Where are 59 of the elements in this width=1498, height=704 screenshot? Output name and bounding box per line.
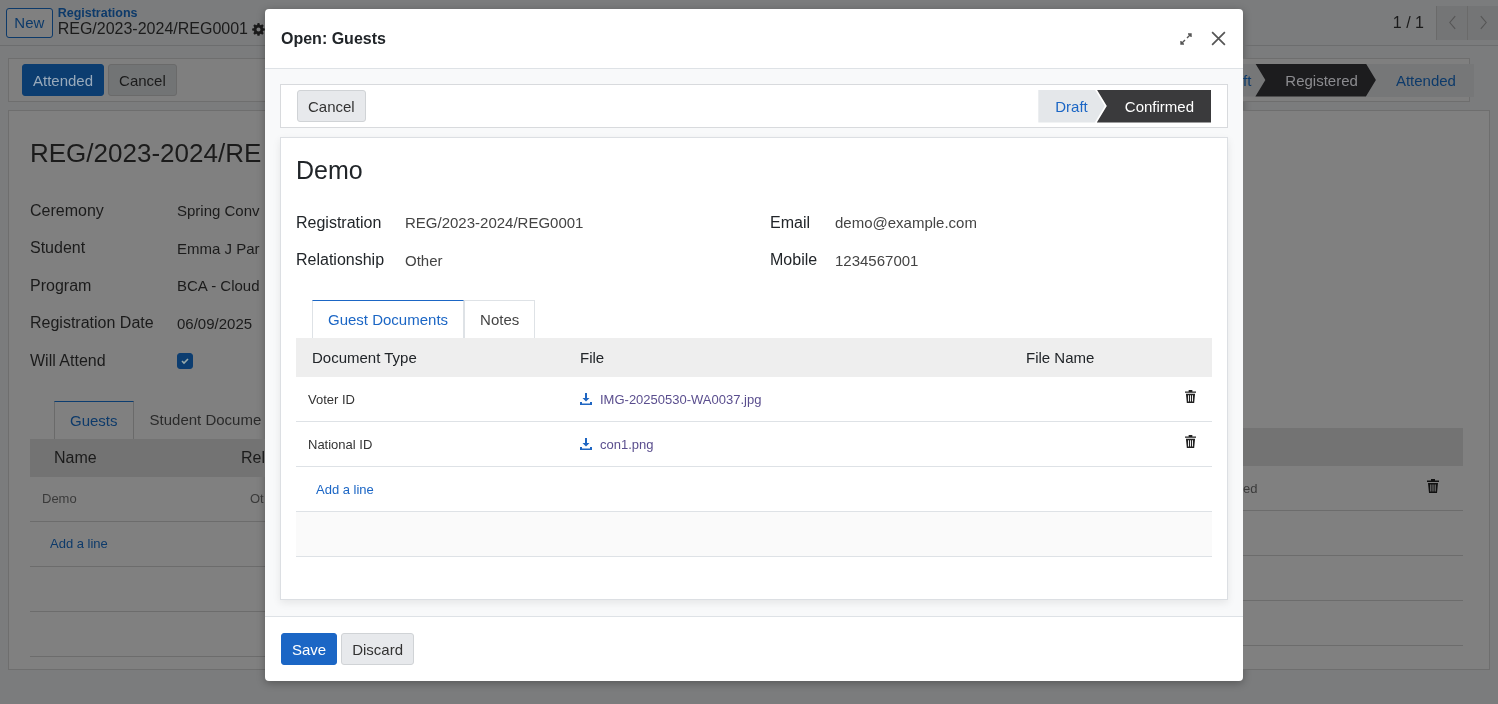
- breadcrumb-link[interactable]: Registrations: [57, 6, 265, 21]
- field-value: Emma J Par: [177, 239, 260, 257]
- checkbox[interactable]: [177, 352, 193, 369]
- table-cell-text: Demo: [42, 491, 78, 506]
- file-link[interactable]: IMG-20250530-WA0037.jpg: [600, 391, 762, 407]
- field-label: Student: [30, 239, 87, 258]
- cancel-button[interactable]: Cancel: [297, 90, 366, 122]
- attended-button[interactable]: Attended: [22, 64, 105, 96]
- download-icon[interactable]: [580, 393, 592, 405]
- trash-icon[interactable]: [1185, 389, 1196, 403]
- cancel-button[interactable]: Cancel: [108, 64, 177, 96]
- add-line-link[interactable]: Add a line: [296, 481, 374, 497]
- save-button[interactable]: Save: [281, 633, 338, 665]
- record-name: REG/2023-2024/REG0001: [57, 20, 248, 39]
- column-header: Rel: [241, 448, 265, 467]
- record-title: REG/2023-2024/RE: [30, 138, 263, 170]
- dialog-title: Open: Guests: [281, 29, 387, 48]
- column-header: Document Type: [311, 349, 418, 366]
- column-header: File: [580, 349, 606, 366]
- column-header: Name: [54, 448, 98, 467]
- field-value: REG/2023-2024/REG0001: [405, 214, 584, 232]
- check-icon: [180, 355, 190, 366]
- table-cell-text: Voter ID: [307, 391, 356, 407]
- status-step[interactable]: Confirmed: [1096, 89, 1211, 123]
- discard-button[interactable]: Discard: [341, 633, 415, 665]
- close-icon[interactable]: [1210, 30, 1227, 47]
- status-step[interactable]: Draft: [1038, 89, 1105, 123]
- expand-icon[interactable]: [1179, 31, 1193, 46]
- chevron-right-icon: [1478, 15, 1488, 30]
- field-label: Ceremony: [30, 201, 105, 220]
- field-value: 1234567001: [835, 251, 919, 269]
- table-cell-text: National ID: [307, 436, 374, 452]
- field-value: 06/09/2025: [177, 314, 253, 332]
- tab[interactable]: Guests: [54, 400, 134, 439]
- column-header: File Name: [1026, 349, 1095, 366]
- gear-icon[interactable]: [252, 23, 265, 37]
- status-step[interactable]: Attended: [1365, 63, 1474, 97]
- field-value: demo@example.com: [835, 214, 977, 232]
- chevron-left-icon: [1447, 15, 1457, 30]
- add-line-link[interactable]: Add a line: [50, 536, 108, 551]
- field-label: Will Attend: [30, 351, 107, 370]
- field-value: Spring Conv: [177, 202, 260, 220]
- field-label: Registration Date: [30, 314, 155, 333]
- table-cell: ed: [1243, 480, 1258, 496]
- field-label: Email: [770, 213, 811, 232]
- trash-icon[interactable]: [1185, 434, 1196, 448]
- table-cell: Ot: [250, 491, 264, 506]
- field-value: Other: [405, 251, 443, 269]
- new-button[interactable]: New: [6, 7, 53, 38]
- file-link[interactable]: con1.png: [600, 436, 654, 452]
- status-step[interactable]: Registered: [1255, 63, 1376, 97]
- pager: 1 / 1: [1392, 13, 1424, 32]
- field-label: Relationship: [296, 251, 386, 270]
- guest-name: Demo: [296, 156, 364, 186]
- field-label: Program: [30, 276, 93, 295]
- field-label: Registration: [296, 213, 383, 232]
- download-icon[interactable]: [580, 438, 592, 450]
- field-value: BCA - Cloud: [177, 277, 260, 295]
- field-label: Mobile: [770, 251, 819, 270]
